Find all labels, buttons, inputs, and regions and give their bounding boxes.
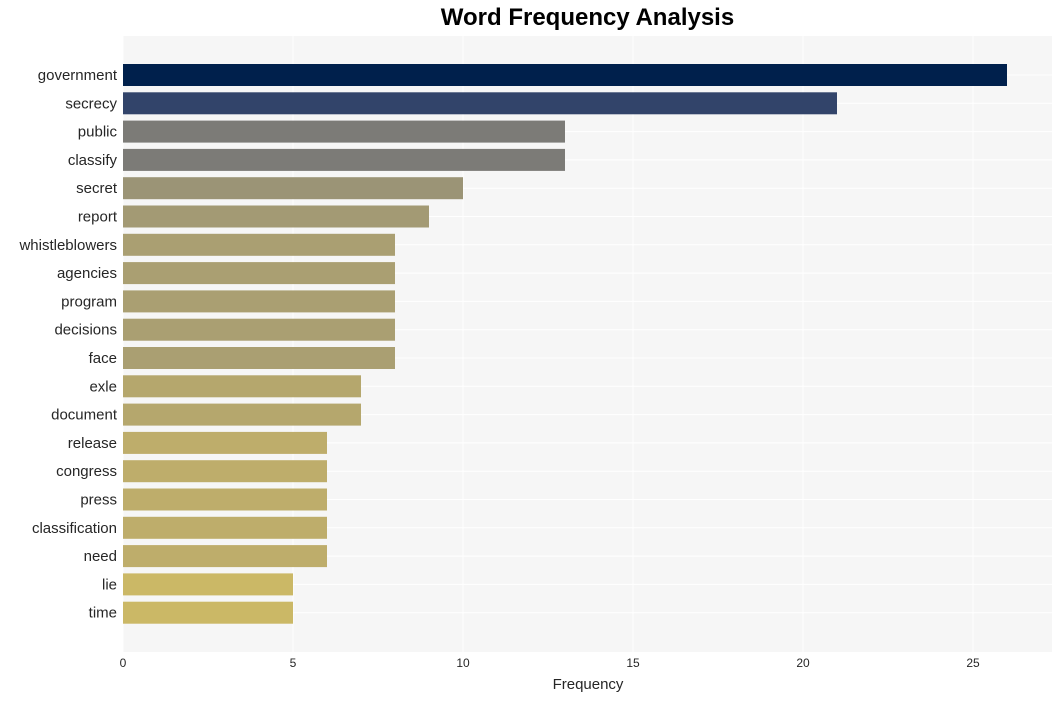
y-tick-label: lie	[102, 576, 117, 593]
bar-report	[123, 205, 429, 228]
bar-document	[123, 403, 361, 426]
bar-release	[123, 431, 327, 454]
x-tick-label: 5	[290, 656, 297, 670]
y-tick-label: release	[68, 435, 117, 452]
bar-congress	[123, 460, 327, 483]
bar-need	[123, 545, 327, 568]
y-tick-label: program	[61, 293, 117, 310]
bar-government	[123, 64, 1007, 86]
y-tick-label: secret	[76, 180, 118, 197]
y-tick-label: exle	[89, 378, 117, 395]
x-axis-label: Frequency	[553, 676, 624, 693]
y-tick-label: whistleblowers	[18, 237, 117, 254]
y-tick-label: face	[89, 350, 117, 367]
bar-classification	[123, 516, 327, 539]
bar-chart: government secrecy public classify secret rep…	[18, 36, 1052, 693]
y-tick-label: classification	[32, 520, 117, 537]
bar-exle	[123, 375, 361, 398]
bar-lie	[123, 573, 293, 596]
bar-public	[123, 120, 565, 143]
y-tick-label: secrecy	[65, 95, 117, 112]
y-tick-label: press	[80, 492, 117, 509]
y-tick-label: time	[89, 605, 117, 622]
bar-secret	[123, 177, 463, 200]
bar-press	[123, 488, 327, 511]
y-tick-label: agencies	[57, 265, 117, 282]
bar-classify	[123, 148, 565, 171]
bar-whistleblowers	[123, 233, 395, 256]
y-tick-label: congress	[56, 463, 117, 480]
y-tick-label: government	[38, 67, 118, 84]
y-tick-label: document	[51, 407, 118, 424]
y-tick-label: classify	[68, 152, 118, 169]
y-tick-label: need	[84, 548, 117, 565]
bar-program	[123, 290, 395, 313]
bar-secrecy	[123, 92, 837, 115]
bar-decisions	[123, 318, 395, 341]
x-tick-label: 25	[966, 656, 980, 670]
x-tick-label: 0	[120, 656, 127, 670]
y-tick-label: report	[78, 209, 118, 226]
x-tick-label: 20	[796, 656, 810, 670]
bar-agencies	[123, 262, 395, 285]
x-tick-label: 15	[626, 656, 640, 670]
x-tick-label: 10	[456, 656, 470, 670]
y-tick-label: public	[78, 124, 118, 141]
bar-time	[123, 601, 293, 624]
bar-face	[123, 347, 395, 369]
y-tick-label: decisions	[54, 322, 117, 339]
